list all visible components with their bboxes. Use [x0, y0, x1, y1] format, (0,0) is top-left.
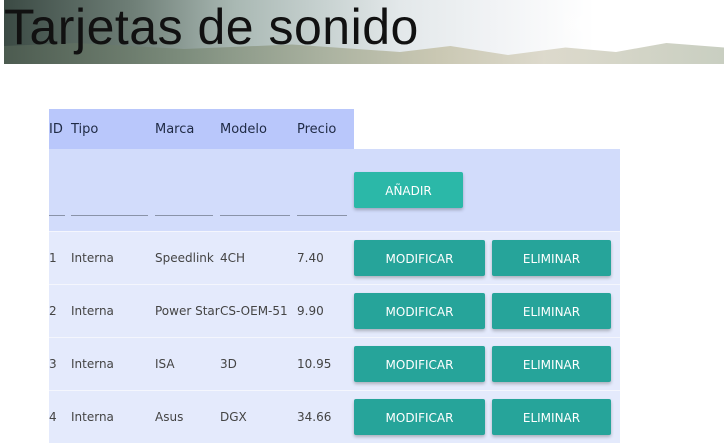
cell-precio: 7.40	[297, 231, 354, 284]
precio-input[interactable]	[297, 194, 347, 216]
header-actions-blank	[354, 109, 620, 149]
cell-precio: 9.90	[297, 284, 354, 337]
cell-tipo: Interna	[71, 337, 155, 390]
cell-marca: ISA	[155, 337, 220, 390]
cell-tipo: Interna	[71, 390, 155, 443]
sound-cards-table: ID Tipo Marca Modelo Precio AÑADIR 1 Int…	[49, 109, 620, 443]
delete-button[interactable]: ELIMINAR	[492, 240, 611, 276]
cell-precio: 34.66	[297, 390, 354, 443]
delete-button[interactable]: ELIMINAR	[492, 346, 611, 382]
cell-marca: Power Star	[155, 284, 220, 337]
add-row: AÑADIR	[49, 149, 620, 231]
header-banner: Tarjetas de sonido	[4, 0, 724, 64]
cell-modelo: DGX	[220, 390, 297, 443]
cell-id: 3	[49, 337, 71, 390]
marca-input[interactable]	[155, 194, 213, 216]
add-row-spacer	[492, 149, 620, 231]
header-modelo: Modelo	[220, 109, 297, 149]
modify-button[interactable]: MODIFICAR	[354, 399, 485, 435]
table-row: 1 Interna Speedlink 4CH 7.40 MODIFICAR E…	[49, 231, 620, 284]
cell-marca: Asus	[155, 390, 220, 443]
cell-id: 2	[49, 284, 71, 337]
modify-button[interactable]: MODIFICAR	[354, 240, 485, 276]
page-title: Tarjetas de sonido	[4, 0, 419, 55]
id-input[interactable]	[49, 194, 65, 216]
table-header-row: ID Tipo Marca Modelo Precio	[49, 109, 620, 149]
cell-modelo: 4CH	[220, 231, 297, 284]
delete-button[interactable]: ELIMINAR	[492, 293, 611, 329]
tipo-input[interactable]	[71, 194, 148, 216]
modify-button[interactable]: MODIFICAR	[354, 346, 485, 382]
cell-marca: Speedlink	[155, 231, 220, 284]
cell-modelo: CS-OEM-51	[220, 284, 297, 337]
table-row: 2 Interna Power Star CS-OEM-51 9.90 MODI…	[49, 284, 620, 337]
banner-sky	[564, 4, 684, 44]
cell-tipo: Interna	[71, 284, 155, 337]
header-id: ID	[49, 109, 71, 149]
cell-tipo: Interna	[71, 231, 155, 284]
table-row: 3 Interna ISA 3D 10.95 MODIFICAR ELIMINA…	[49, 337, 620, 390]
modelo-input[interactable]	[220, 194, 290, 216]
cell-id: 1	[49, 231, 71, 284]
cell-modelo: 3D	[220, 337, 297, 390]
cell-precio: 10.95	[297, 337, 354, 390]
table-row: 4 Interna Asus DGX 34.66 MODIFICAR ELIMI…	[49, 390, 620, 443]
modify-button[interactable]: MODIFICAR	[354, 293, 485, 329]
header-precio: Precio	[297, 109, 354, 149]
delete-button[interactable]: ELIMINAR	[492, 399, 611, 435]
header-marca: Marca	[155, 109, 220, 149]
add-button[interactable]: AÑADIR	[354, 172, 463, 208]
header-tipo: Tipo	[71, 109, 155, 149]
cell-marca-text: Power Star	[155, 303, 220, 318]
cell-id: 4	[49, 390, 71, 443]
